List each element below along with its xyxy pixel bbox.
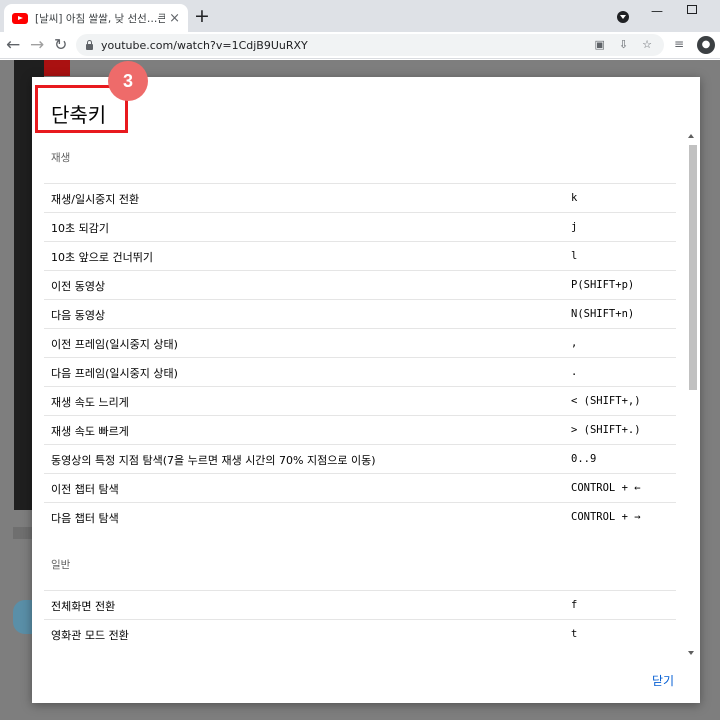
tab-close-icon[interactable]: ×	[169, 11, 180, 26]
shortcut-label: 동영상의 특정 지점 탐색(7을 누르면 재생 시간의 70% 지점으로 이동)	[51, 454, 376, 467]
shortcut-key: > (SHIFT+.)	[571, 424, 641, 436]
shortcut-row: 10초 되감기 j	[44, 212, 676, 241]
shortcuts-list[interactable]: 재생재생/일시중지 전환 k 10초 되감기 j 10초 앞으로 건너뛰기 l 이전 동영상…	[32, 134, 700, 659]
shortcut-row: 재생 속도 빠르게 > (SHIFT+.)	[44, 415, 676, 444]
url-text[interactable]: youtube.com/watch?v=1CdjB9UuRXY	[101, 39, 308, 52]
shortcut-key: 0..9	[571, 453, 597, 465]
shortcut-key: N(SHIFT+n)	[571, 308, 635, 320]
install-icon[interactable]: ⇩	[619, 38, 628, 51]
shortcut-key: j	[571, 221, 578, 233]
shortcut-label: 10초 되감기	[51, 222, 109, 235]
shortcut-key: t	[571, 628, 578, 640]
browser-tab[interactable]: [날씨] 아침 쌀쌀, 낮 선선…큰 일 ×	[4, 4, 188, 32]
browser-toolbar: ← → ↻ youtube.com/watch?v=1CdjB9UuRXY ▣ …	[0, 32, 720, 59]
shortcut-key: CONTROL + ←	[571, 482, 641, 494]
new-tab-button[interactable]: +	[194, 7, 210, 26]
shortcut-key: f	[571, 599, 578, 611]
shortcut-label: 이전 챕터 탐색	[51, 483, 119, 496]
shortcut-label: 이전 동영상	[51, 280, 106, 293]
shortcut-label: 재생 속도 빠르게	[51, 425, 129, 438]
shortcut-row: 이전 프레임(일시중지 상태),	[44, 328, 676, 357]
shortcut-row: 전체화면 전환 f	[44, 590, 676, 619]
shortcut-row: 재생/일시중지 전환 k	[44, 183, 676, 212]
shortcut-row: 이전 동영상 P(SHIFT+p)	[44, 270, 676, 299]
dialog-title: 단축키	[51, 103, 107, 127]
shortcut-row: 다음 챕터 탐색 CONTROL + →	[44, 502, 676, 531]
shortcut-key: ,	[571, 337, 578, 349]
step-badge: 3	[108, 61, 148, 101]
maximize-button[interactable]	[687, 5, 697, 14]
shortcut-label: 영화관 모드 전환	[51, 629, 129, 642]
reload-icon[interactable]: ↻	[54, 34, 67, 56]
shortcut-row: 다음 프레임(일시중지 상태).	[44, 357, 676, 386]
scroll-up-icon[interactable]	[688, 134, 694, 138]
scrollbar-thumb[interactable]	[689, 145, 697, 390]
shortcut-row: 이전 챕터 탐색 CONTROL + ←	[44, 473, 676, 502]
forward-icon[interactable]: →	[30, 34, 44, 56]
back-icon[interactable]: ←	[6, 34, 20, 56]
reading-list-icon[interactable]: ≡	[674, 37, 684, 51]
shortcut-key: < (SHIFT+,)	[571, 395, 641, 407]
youtube-favicon-icon	[12, 12, 28, 24]
shortcut-label: 전체화면 전환	[51, 600, 116, 613]
video-title-dimmed	[13, 527, 33, 539]
shortcuts-dialog: 3 단축키 재생재생/일시중지 전환 k 10초 되감기 j 10초 앞으로 건너뛰기 l…	[32, 61, 700, 703]
minimize-button[interactable]: —	[651, 4, 663, 18]
profile-avatar-icon[interactable]: ●	[697, 36, 715, 54]
close-button[interactable]: 닫기	[652, 672, 674, 689]
qr-code-icon[interactable]: ▣	[595, 38, 605, 51]
shortcut-label: 10초 앞으로 건너뛰기	[51, 251, 153, 264]
shortcut-label: 다음 챕터 탐색	[51, 512, 119, 525]
shortcut-key: P(SHIFT+p)	[571, 279, 635, 291]
address-bar[interactable]: youtube.com/watch?v=1CdjB9UuRXY ▣ ⇩ ☆	[76, 34, 664, 56]
shortcut-label: 이전 프레임(일시중지 상태)	[51, 338, 178, 351]
lock-icon[interactable]	[86, 39, 93, 50]
shortcut-row: 다음 동영상 N(SHIFT+n)	[44, 299, 676, 328]
bookmark-star-icon[interactable]: ☆	[642, 38, 652, 51]
shortcut-row: 영화관 모드 전환 t	[44, 619, 676, 648]
shortcut-key: CONTROL + →	[571, 511, 641, 523]
shortcut-label: 다음 동영상	[51, 309, 106, 322]
section-heading: 재생	[51, 152, 71, 164]
shortcut-row: 10초 앞으로 건너뛰기 l	[44, 241, 676, 270]
shortcut-label: 다음 프레임(일시중지 상태)	[51, 367, 178, 380]
shortcut-key: .	[571, 366, 578, 378]
shortcut-row: 재생 속도 느리게 < (SHIFT+,)	[44, 386, 676, 415]
section-heading: 일반	[51, 559, 71, 571]
browser-tab-bar: [날씨] 아침 쌀쌀, 낮 선선…큰 일 × + —	[0, 0, 720, 32]
shortcut-row: 동영상의 특정 지점 탐색(7을 누르면 재생 시간의 70% 지점으로 이동)…	[44, 444, 676, 473]
scrollbar[interactable]	[686, 134, 698, 659]
tab-title: [날씨] 아침 쌀쌀, 낮 선선…큰 일	[35, 12, 166, 25]
shortcut-key: l	[571, 250, 578, 262]
tab-search-icon[interactable]	[617, 11, 629, 23]
scroll-down-icon[interactable]	[688, 651, 694, 655]
shortcut-label: 재생 속도 느리게	[51, 396, 129, 409]
shortcut-key: k	[571, 192, 578, 204]
shortcut-label: 재생/일시중지 전환	[51, 193, 140, 206]
